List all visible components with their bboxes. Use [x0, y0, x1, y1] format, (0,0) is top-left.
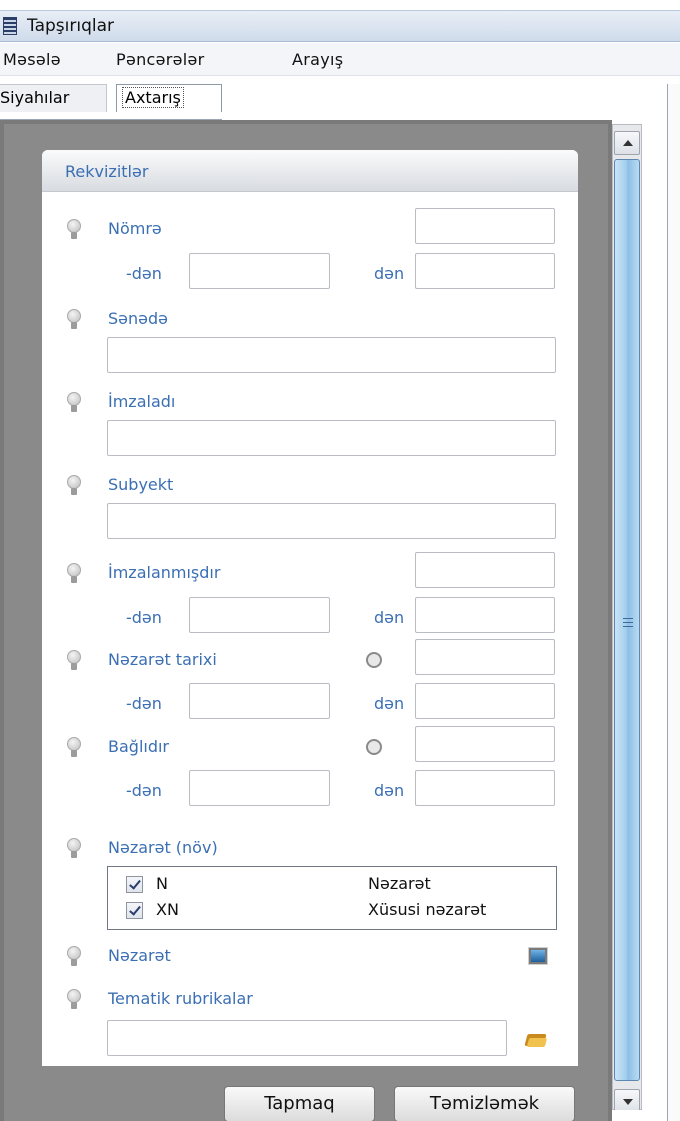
- menu-bar: Məsələ Pəncərələr Arayış: [0, 43, 680, 76]
- tab-search[interactable]: Axtarış: [116, 84, 222, 112]
- bulb-icon[interactable]: [66, 650, 82, 672]
- list-item[interactable]: XN Xüsusi nəzarət: [108, 898, 558, 924]
- control-type-name: Nəzarət: [368, 874, 431, 893]
- closed-to-label: dən: [374, 781, 405, 800]
- signed-by-label: İmzaladı: [108, 392, 176, 411]
- subject-label: Subyekt: [108, 475, 174, 494]
- number-from-label: -dən: [126, 264, 162, 283]
- bulb-icon[interactable]: [66, 219, 82, 241]
- bulb-icon[interactable]: [66, 392, 82, 414]
- closed-input[interactable]: [415, 726, 555, 762]
- bulb-icon[interactable]: [66, 989, 82, 1011]
- checkbox-checked[interactable]: [126, 902, 143, 919]
- bulb-icon[interactable]: [66, 475, 82, 497]
- tab-search-label: Axtarış: [122, 87, 184, 108]
- radio-toggle-icon[interactable]: [366, 739, 382, 755]
- number-from-input[interactable]: [189, 253, 330, 289]
- tab-lists[interactable]: Siyahılar: [0, 84, 107, 112]
- closed-from-input[interactable]: [189, 770, 330, 806]
- control-type-list: N Nəzarət XN Xüsusi nəzarət: [107, 866, 557, 930]
- control-checkbox-icon[interactable]: [528, 947, 548, 965]
- list-item[interactable]: N Nəzarət: [108, 872, 558, 898]
- signed-date-label: İmzalanmışdır: [108, 563, 221, 582]
- arrow-down-icon: [623, 1099, 633, 1105]
- control-from-label: -dən: [126, 694, 162, 713]
- requisites-title: Rekvizitlər: [65, 162, 149, 181]
- control-date-input[interactable]: [415, 639, 555, 675]
- requisites-header: Rekvizitlər: [42, 150, 578, 192]
- scroll-up-button[interactable]: [614, 131, 640, 155]
- bulb-icon[interactable]: [66, 946, 82, 968]
- signed-to-label: dən: [374, 608, 405, 627]
- signed-to-input[interactable]: [415, 597, 555, 633]
- control-type-code: XN: [156, 900, 179, 919]
- right-pane-edge: [667, 84, 680, 1121]
- window-title: Tapşırıqlar: [27, 16, 114, 36]
- title-bar: Tapşırıqlar: [0, 10, 680, 42]
- folder-icon[interactable]: [524, 1030, 548, 1048]
- clear-button[interactable]: Təmizləmək: [394, 1086, 575, 1121]
- radio-toggle-icon[interactable]: [366, 652, 382, 668]
- tab-strip: Siyahılar Axtarış: [0, 76, 680, 120]
- subject-input[interactable]: [107, 503, 556, 539]
- closed-from-label: -dən: [126, 781, 162, 800]
- signed-date-input[interactable]: [415, 552, 555, 588]
- signed-from-input[interactable]: [189, 597, 330, 633]
- bulb-icon[interactable]: [66, 737, 82, 759]
- control-type-name: Xüsusi nəzarət: [368, 900, 487, 919]
- requisites-panel: Rekvizitlər Nömrə -dən dən Sənədə İmzala…: [42, 150, 578, 1066]
- app-list-icon: [3, 17, 17, 35]
- menu-windows[interactable]: Pəncərələr: [116, 50, 205, 69]
- number-input[interactable]: [415, 208, 555, 244]
- grip-icon: [623, 618, 633, 627]
- control-to-input[interactable]: [415, 683, 555, 719]
- closed-to-input[interactable]: [415, 770, 555, 806]
- menu-reference[interactable]: Arayış: [292, 50, 343, 69]
- document-label: Sənədə: [108, 309, 168, 328]
- number-label: Nömrə: [108, 219, 162, 238]
- control-date-label: Nəzarət tarixi: [108, 650, 217, 669]
- bulb-icon[interactable]: [66, 309, 82, 331]
- find-button[interactable]: Tapmaq: [224, 1086, 375, 1121]
- checkbox-checked[interactable]: [126, 876, 143, 893]
- control-type-label: Nəzarət (növ): [108, 838, 218, 857]
- arrow-up-icon: [623, 140, 633, 146]
- closed-label: Bağlıdır: [108, 737, 170, 756]
- bulb-icon[interactable]: [66, 563, 82, 585]
- rubrics-label: Tematik rubrikalar: [108, 989, 253, 1008]
- vertical-scrollbar[interactable]: [612, 124, 642, 1113]
- number-to-input[interactable]: [415, 253, 555, 289]
- bulb-icon[interactable]: [66, 838, 82, 860]
- signed-by-input[interactable]: [107, 420, 556, 456]
- control-to-label: dən: [374, 694, 405, 713]
- menu-task[interactable]: Məsələ: [3, 50, 61, 69]
- control-label: Nəzarət: [108, 946, 171, 965]
- signed-from-label: -dən: [126, 608, 162, 627]
- document-input[interactable]: [107, 337, 556, 373]
- control-from-input[interactable]: [189, 683, 330, 719]
- bottom-strip: [612, 1110, 667, 1121]
- control-type-code: N: [156, 874, 168, 893]
- number-to-label: dən: [374, 264, 405, 283]
- rubrics-input[interactable]: [107, 1020, 507, 1056]
- scroll-thumb[interactable]: [614, 159, 640, 1081]
